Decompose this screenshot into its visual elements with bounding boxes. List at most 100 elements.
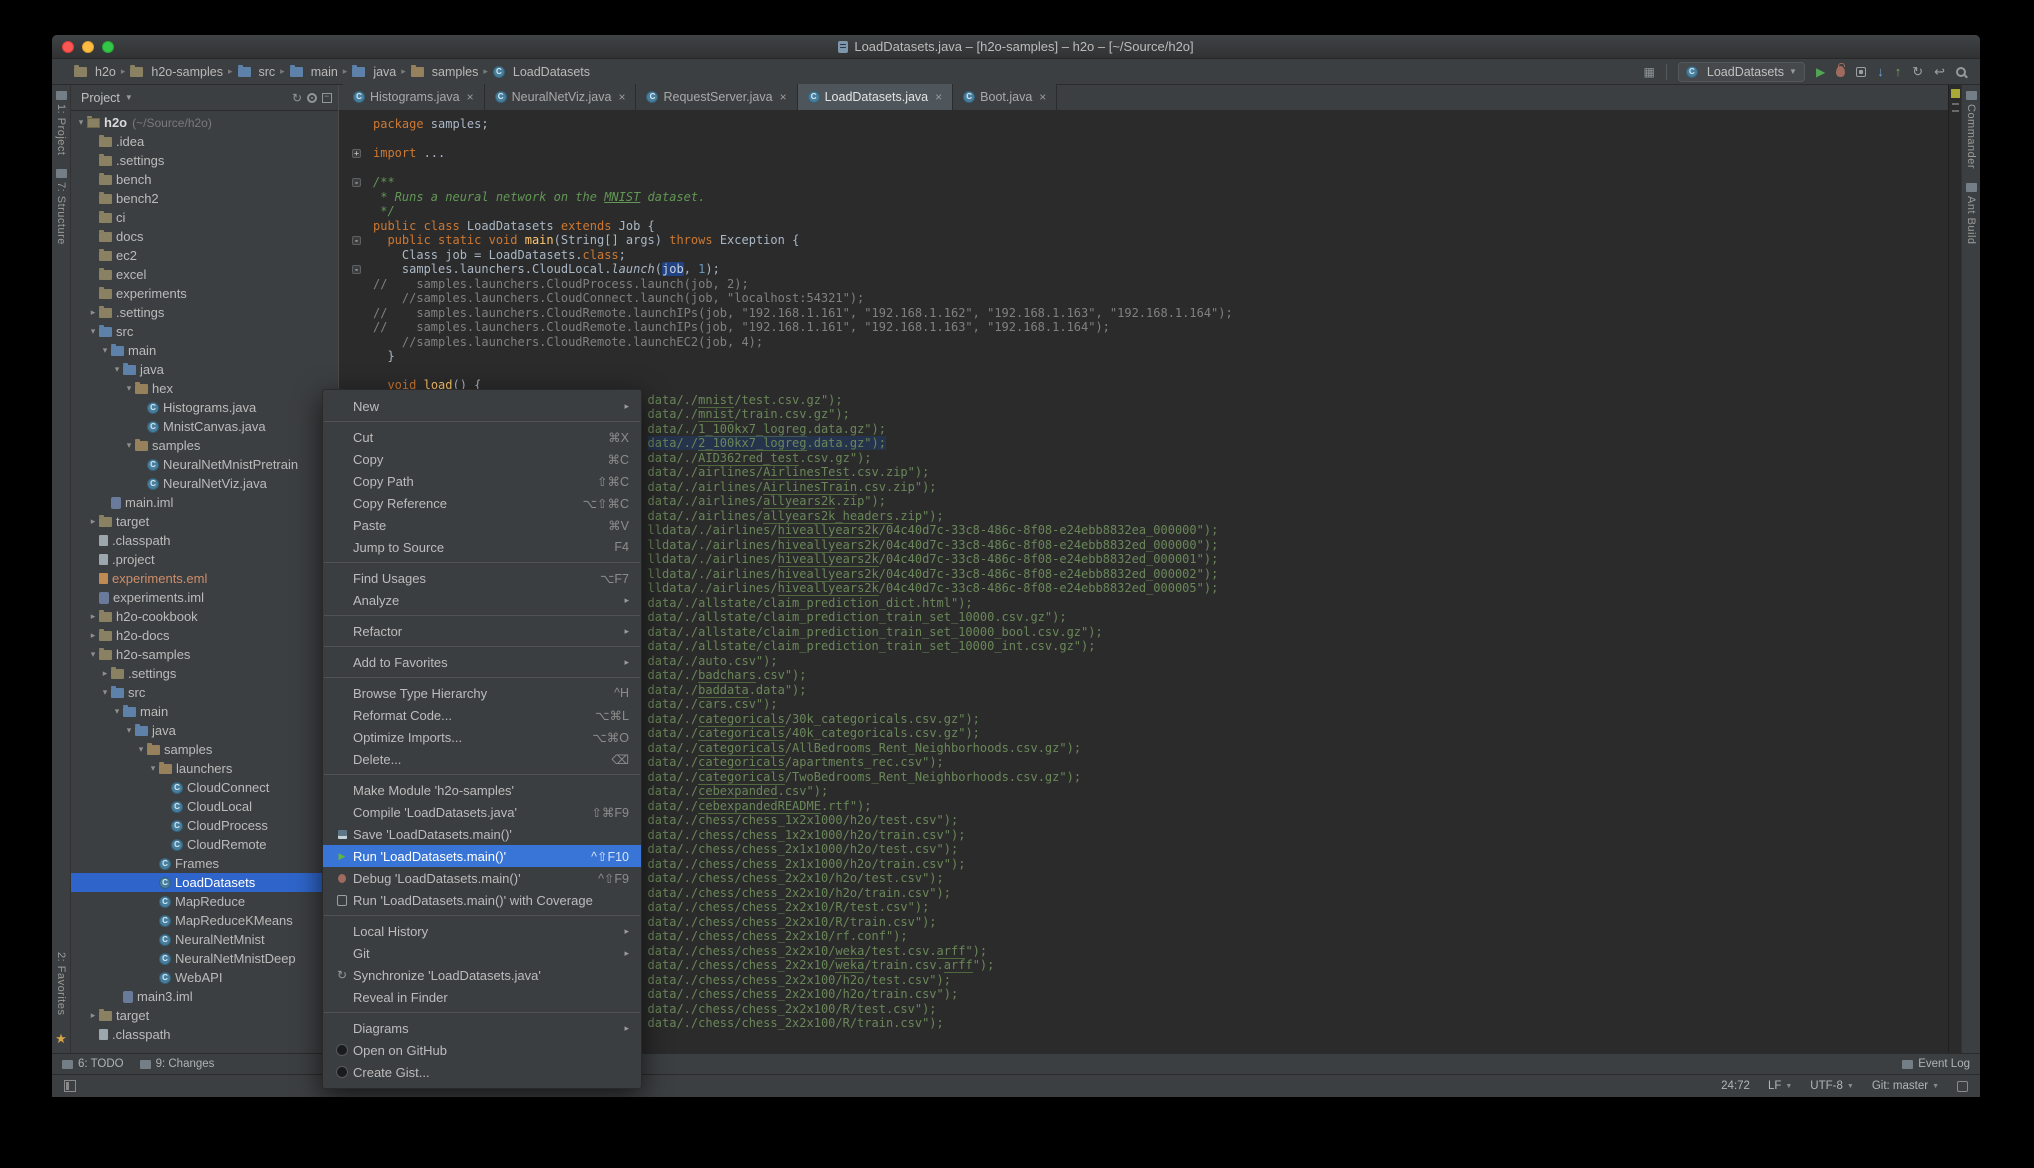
tree-toggle-icon[interactable]: ▸ — [87, 630, 99, 641]
tree-item[interactable]: ▾launchers — [71, 759, 338, 778]
close-tab-icon[interactable]: × — [618, 91, 625, 103]
tree-item[interactable]: NeuralNetMnistPretrain — [71, 455, 338, 474]
tree-item[interactable]: ▾h2o-samples — [71, 645, 338, 664]
tree-item[interactable]: ▸.settings — [71, 664, 338, 683]
window-titlebar[interactable]: LoadDatasets.java – [h2o-samples] – h2o … — [52, 35, 1980, 59]
menu-item[interactable]: Refactor▸ — [323, 620, 641, 642]
toolwindow-button[interactable]: 6: TODO — [62, 1058, 124, 1070]
status-indicator-icon[interactable] — [1957, 1081, 1968, 1092]
fold-toggle-icon[interactable]: - — [352, 265, 361, 274]
breadcrumb-item[interactable]: java — [352, 65, 396, 79]
code-line[interactable]: * Runs a neural network on the MNIST dat… — [339, 190, 1948, 205]
close-button[interactable] — [62, 41, 74, 53]
zoom-button[interactable] — [102, 41, 114, 53]
tree-item[interactable]: MapReduce — [71, 892, 338, 911]
menu-item[interactable]: Add to Favorites▸ — [323, 651, 641, 673]
menu-item[interactable]: Copy Reference⌥⇧⌘C — [323, 492, 641, 514]
tree-item[interactable]: NeuralNetMnistDeep — [71, 949, 338, 968]
toolwindow-button[interactable]: 9: Changes — [140, 1058, 215, 1070]
tree-item[interactable]: .settings — [71, 151, 338, 170]
tree-toggle-icon[interactable]: ▾ — [99, 345, 111, 356]
tree-toggle-icon[interactable]: ▸ — [99, 668, 111, 679]
toolwindow-button-favorites[interactable]: 2: Favorites — [55, 952, 67, 1015]
tree-item[interactable]: ▾hex — [71, 379, 338, 398]
editor-tab[interactable]: Histograms.java× — [343, 84, 485, 110]
tree-item[interactable]: .classpath — [71, 1025, 338, 1044]
editor-tab[interactable]: NeuralNetViz.java× — [485, 84, 637, 110]
code-line[interactable]: // samples.launchers.CloudRemote.launchI… — [339, 320, 1948, 335]
tree-item[interactable]: ▾main — [71, 341, 338, 360]
tree-toggle-icon[interactable]: ▾ — [123, 440, 135, 451]
tree-item[interactable]: ec2 — [71, 246, 338, 265]
tree-toggle-icon[interactable]: ▾ — [111, 364, 123, 375]
tree-item[interactable]: CloudLocal — [71, 797, 338, 816]
breadcrumb-item[interactable]: src — [238, 65, 276, 79]
tree-item[interactable]: CloudConnect — [71, 778, 338, 797]
tree-toggle-icon[interactable]: ▾ — [111, 706, 123, 717]
tree-item[interactable]: ▸.settings — [71, 303, 338, 322]
menu-item[interactable]: ▶Run 'LoadDatasets.main()'^⇧F10 — [323, 845, 641, 867]
toolwindow-button-ant-build[interactable]: Ant Build — [1965, 183, 1977, 245]
menu-item[interactable]: Browse Type Hierarchy^H — [323, 682, 641, 704]
menu-item[interactable]: Diagrams▸ — [323, 1017, 641, 1039]
code-line[interactable]: -/** — [339, 175, 1948, 190]
tree-item[interactable]: ▸target — [71, 1006, 338, 1025]
code-line[interactable]: Class job = LoadDatasets.class; — [339, 248, 1948, 263]
fold-toggle-icon[interactable]: - — [352, 178, 361, 187]
menu-item[interactable]: Analyze▸ — [323, 589, 641, 611]
fold-toggle-icon[interactable]: - — [352, 236, 361, 245]
menu-item[interactable]: Paste⌘V — [323, 514, 641, 536]
editor-tab[interactable]: Boot.java× — [953, 84, 1057, 110]
toolwindow-button-event-log[interactable]: Event Log — [1902, 1058, 1970, 1070]
tree-item[interactable]: excel — [71, 265, 338, 284]
tree-item[interactable]: WebAPI — [71, 968, 338, 987]
menu-item[interactable]: Copy Path⇧⌘C — [323, 470, 641, 492]
tree-item[interactable]: NeuralNetViz.java — [71, 474, 338, 493]
code-line[interactable]: // samples.launchers.CloudProcess.launch… — [339, 277, 1948, 292]
menu-item[interactable]: Make Module 'h2o-samples' — [323, 779, 641, 801]
tree-item[interactable]: .idea — [71, 132, 338, 151]
tree-item[interactable]: .project — [71, 550, 338, 569]
history-button[interactable]: ↻ — [1912, 65, 1923, 78]
tree-item[interactable]: experiments.eml — [71, 569, 338, 588]
tree-item[interactable]: ▸target — [71, 512, 338, 531]
tree-item[interactable]: ▸h2o-cookbook — [71, 607, 338, 626]
tree-toggle-icon[interactable]: ▾ — [75, 117, 87, 128]
favorites-star-icon[interactable]: ★ — [55, 1031, 67, 1047]
coverage-button[interactable] — [1856, 67, 1866, 77]
tree-toggle-icon[interactable]: ▸ — [87, 611, 99, 622]
close-tab-icon[interactable]: × — [467, 91, 474, 103]
tree-item[interactable]: ci — [71, 208, 338, 227]
close-tab-icon[interactable]: × — [935, 91, 942, 103]
menu-item[interactable]: Optimize Imports...⌥⌘O — [323, 726, 641, 748]
caret-position[interactable]: 24:72 — [1721, 1080, 1750, 1092]
tree-toggle-icon[interactable]: ▾ — [135, 744, 147, 755]
breadcrumb-item[interactable]: samples — [411, 65, 479, 79]
tree-toggle-icon[interactable]: ▸ — [87, 1010, 99, 1021]
run-button[interactable]: ▶ — [1816, 66, 1825, 78]
tree-toggle-icon[interactable]: ▾ — [87, 326, 99, 337]
tree-toggle-icon[interactable]: ▾ — [123, 383, 135, 394]
tree-item[interactable]: ▾samples — [71, 740, 338, 759]
menu-item[interactable]: Find Usages⌥F7 — [323, 567, 641, 589]
code-line[interactable] — [339, 132, 1948, 147]
tree-toggle-icon[interactable]: ▾ — [87, 649, 99, 660]
toolwindow-toggle-icon[interactable] — [64, 1080, 76, 1092]
editor-tab[interactable]: LoadDatasets.java× — [798, 84, 954, 110]
code-line[interactable] — [339, 161, 1948, 176]
tree-item[interactable]: CloudRemote — [71, 835, 338, 854]
tree-item[interactable]: main.iml — [71, 493, 338, 512]
tree-item[interactable]: ▾samples — [71, 436, 338, 455]
code-line[interactable]: //samples.launchers.CloudRemote.launchEC… — [339, 335, 1948, 350]
tree-item[interactable]: bench — [71, 170, 338, 189]
tree-item[interactable]: MnistCanvas.java — [71, 417, 338, 436]
close-tab-icon[interactable]: × — [1039, 91, 1046, 103]
code-line[interactable]: } — [339, 349, 1948, 364]
debug-button[interactable] — [1836, 66, 1845, 77]
tree-toggle-icon[interactable]: ▾ — [123, 725, 135, 736]
menu-item[interactable]: New▸ — [323, 395, 641, 417]
menu-item[interactable]: Open on GitHub — [323, 1039, 641, 1061]
vcs-update-button[interactable]: ↓ — [1877, 65, 1884, 78]
breadcrumb-item[interactable]: main — [290, 65, 338, 79]
search-icon[interactable] — [1956, 67, 1966, 77]
